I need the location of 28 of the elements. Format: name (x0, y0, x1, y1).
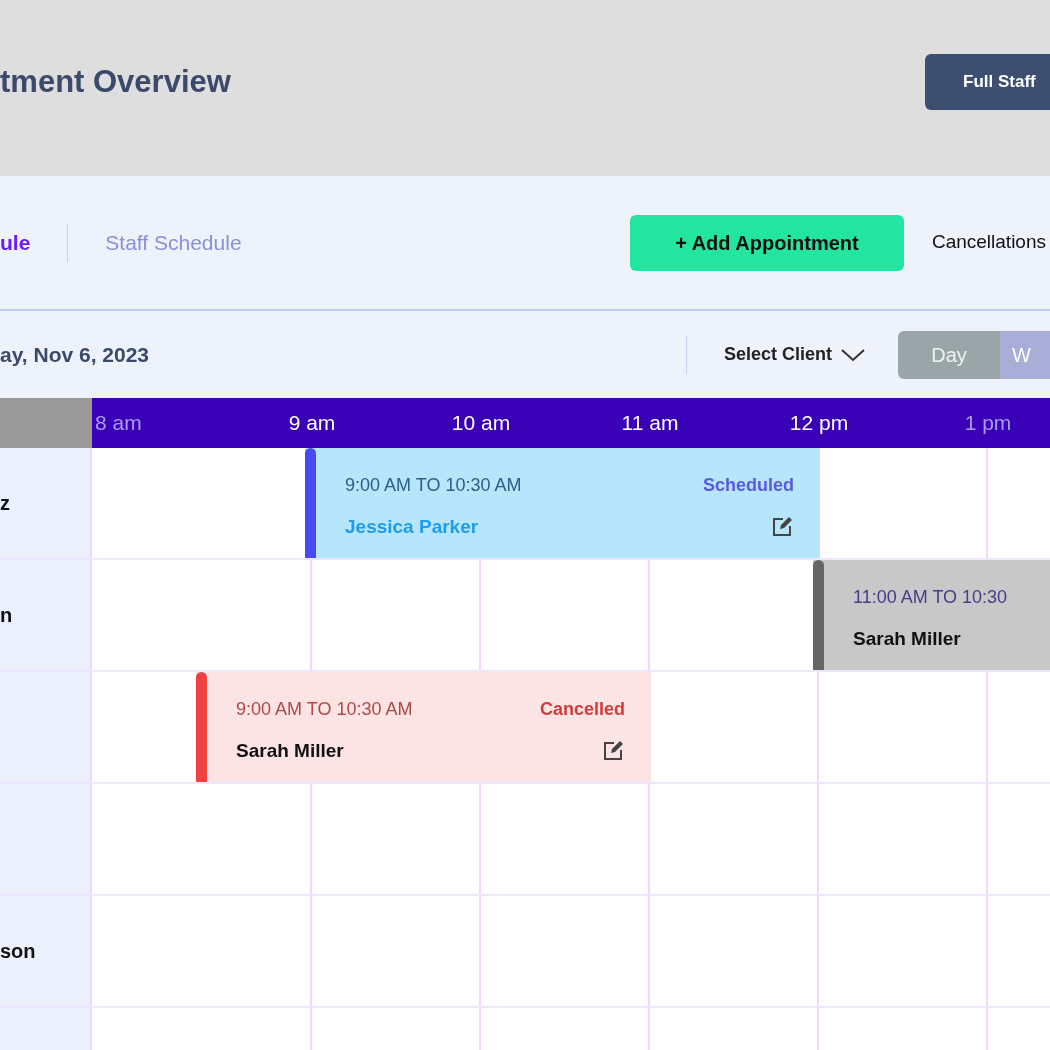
add-appointment-button[interactable]: + Add Appointment (629, 214, 904, 271)
appointment-time: 9:00 AM TO 10:30 AM (236, 698, 413, 721)
page-title: tment Overview (0, 63, 231, 101)
chevron-down-icon (840, 347, 866, 362)
appointment-block[interactable]: 11:00 AM TO 10:30 Sarah Miller (813, 560, 1050, 670)
client-name: Jessica Parker (345, 515, 479, 539)
hour-label: 8 am (95, 410, 142, 437)
staff-name-cell: son (0, 896, 92, 1006)
hour-label: 12 pm (789, 410, 849, 437)
full-staff-button[interactable]: Full Staff (925, 54, 1050, 110)
appointment-block[interactable]: 9:00 AM TO 10:30 AM Cancelled Sarah Miller (196, 672, 651, 782)
appointment-time: 11:00 AM TO 10:30 (853, 586, 1008, 609)
appointment-status: Cancelled (539, 698, 625, 721)
hour-label: 10 am (451, 410, 511, 437)
appointment-time: 9:00 AM TO 10:30 AM (345, 474, 522, 497)
client-name: Sarah Miller (853, 627, 961, 651)
hour-label: 11 am (621, 410, 679, 437)
appointment-block[interactable]: 9:00 AM TO 10:30 AM Scheduled Jessica Parker (305, 448, 820, 558)
hour-label: 1 pm (964, 410, 1012, 437)
hour-label: 9 am (288, 410, 336, 437)
staff-name-cell: z (0, 448, 92, 558)
client-select[interactable]: Select Client (723, 341, 866, 368)
date-label: ay, Nov 6, 2023 (0, 341, 150, 368)
appointment-status: Scheduled (702, 474, 794, 497)
staff-name-cell: n (0, 560, 92, 670)
tab[interactable]: ule (0, 226, 31, 259)
client-name: Sarah Miller (236, 739, 344, 763)
cancellations-link[interactable]: Cancellations (931, 228, 1046, 257)
